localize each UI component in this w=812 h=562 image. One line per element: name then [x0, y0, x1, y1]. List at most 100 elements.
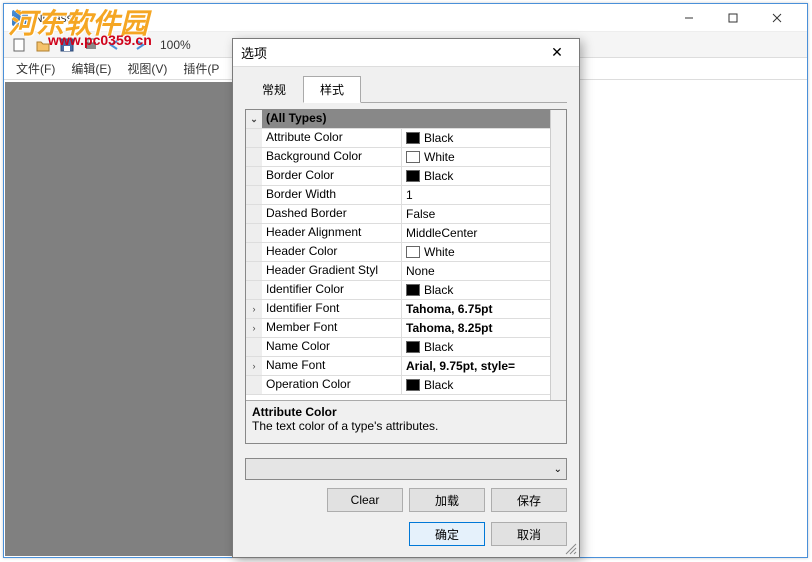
- zoom-level[interactable]: 100%: [160, 38, 191, 52]
- property-row[interactable]: Border Width1: [246, 186, 550, 205]
- property-value[interactable]: Black: [402, 338, 550, 356]
- property-value[interactable]: 1: [402, 186, 550, 204]
- app-titlebar[interactable]: NClass: [4, 4, 807, 32]
- property-value-text: Tahoma, 6.75pt: [406, 302, 492, 316]
- expand-gutter[interactable]: ›: [246, 357, 262, 375]
- expand-gutter[interactable]: [246, 243, 262, 261]
- property-value[interactable]: White: [402, 148, 550, 166]
- expand-gutter[interactable]: ›: [246, 300, 262, 318]
- property-value-text: Black: [424, 131, 453, 145]
- property-label: Operation Color: [262, 376, 402, 394]
- theme-dropdown[interactable]: ⌄: [245, 458, 567, 480]
- color-swatch-icon: [406, 284, 420, 296]
- load-button[interactable]: 加载: [409, 488, 485, 512]
- tab-style[interactable]: 样式: [303, 76, 361, 103]
- property-row[interactable]: ›Name FontArial, 9.75pt, style=: [246, 357, 550, 376]
- app-icon: [12, 10, 28, 26]
- property-grid: ⌄ (All Types) Attribute Color Black Backg…: [245, 109, 567, 444]
- app-title-wrap: NClass: [12, 10, 667, 26]
- property-row[interactable]: ›Identifier FontTahoma, 6.75pt: [246, 300, 550, 319]
- close-button[interactable]: [755, 4, 799, 32]
- window-controls: [667, 4, 799, 32]
- tool-undo-icon[interactable]: [104, 34, 126, 56]
- expand-gutter[interactable]: [246, 338, 262, 356]
- property-value[interactable]: Tahoma, 6.75pt: [402, 300, 550, 318]
- color-swatch-icon: [406, 132, 420, 144]
- cancel-button[interactable]: 取消: [491, 522, 567, 546]
- property-value[interactable]: Tahoma, 8.25pt: [402, 319, 550, 337]
- property-value[interactable]: None: [402, 262, 550, 280]
- minimize-button[interactable]: [667, 4, 711, 32]
- property-value[interactable]: White: [402, 243, 550, 261]
- expand-gutter[interactable]: [246, 148, 262, 166]
- description-title: Attribute Color: [252, 405, 560, 419]
- menu-view[interactable]: 视图(V): [119, 58, 175, 79]
- property-value[interactable]: Black: [402, 376, 550, 394]
- tool-save-icon[interactable]: [56, 34, 78, 56]
- menu-plugin[interactable]: 插件(P: [175, 58, 227, 79]
- description-pane: Attribute Color The text color of a type…: [246, 400, 566, 443]
- resize-grip-icon[interactable]: [563, 541, 577, 555]
- chevron-down-icon: ⌄: [554, 464, 562, 475]
- scrollbar[interactable]: [550, 110, 566, 400]
- property-value[interactable]: MiddleCenter: [402, 224, 550, 242]
- expand-gutter[interactable]: [246, 376, 262, 394]
- dialog-buttons: 确定 取消: [245, 522, 567, 546]
- property-row[interactable]: Attribute Color Black: [246, 129, 550, 148]
- property-row[interactable]: Operation Color Black: [246, 376, 550, 395]
- dialog-close-icon[interactable]: ✕: [543, 44, 571, 61]
- expand-gutter[interactable]: [246, 262, 262, 280]
- property-value-text: Black: [424, 378, 453, 392]
- property-value-text: False: [406, 207, 435, 221]
- color-swatch-icon: [406, 151, 420, 163]
- menu-edit[interactable]: 编辑(E): [63, 58, 119, 79]
- property-value[interactable]: Black: [402, 167, 550, 185]
- dialog-titlebar[interactable]: 选项 ✕: [233, 39, 579, 67]
- property-value[interactable]: Arial, 9.75pt, style=: [402, 357, 550, 375]
- property-group-header[interactable]: ⌄ (All Types): [246, 110, 550, 129]
- save-button[interactable]: 保存: [491, 488, 567, 512]
- side-panel: [576, 82, 806, 556]
- property-row[interactable]: Identifier ColorBlack: [246, 281, 550, 300]
- property-value-text: Black: [424, 169, 453, 183]
- group-label: (All Types): [262, 110, 550, 128]
- tool-redo-icon[interactable]: [128, 34, 150, 56]
- style-buttons: Clear 加载 保存: [245, 488, 567, 512]
- tool-print-icon[interactable]: [80, 34, 102, 56]
- clear-button[interactable]: Clear: [327, 488, 403, 512]
- property-value-text: MiddleCenter: [406, 226, 477, 240]
- property-label: Attribute Color: [262, 129, 402, 147]
- property-value[interactable]: False: [402, 205, 550, 223]
- property-value[interactable]: Black: [402, 129, 550, 147]
- color-swatch-icon: [406, 341, 420, 353]
- expand-gutter[interactable]: [246, 281, 262, 299]
- property-row[interactable]: Background ColorWhite: [246, 148, 550, 167]
- property-row[interactable]: Border ColorBlack: [246, 167, 550, 186]
- maximize-button[interactable]: [711, 4, 755, 32]
- property-label: Header Gradient Styl: [262, 262, 402, 280]
- app-title: NClass: [34, 11, 73, 25]
- expand-gutter[interactable]: [246, 129, 262, 147]
- ok-button[interactable]: 确定: [409, 522, 485, 546]
- tool-open-icon[interactable]: [32, 34, 54, 56]
- property-row[interactable]: ›Member FontTahoma, 8.25pt: [246, 319, 550, 338]
- tool-new-icon[interactable]: [8, 34, 30, 56]
- menu-file[interactable]: 文件(F): [8, 58, 63, 79]
- tab-general[interactable]: 常规: [245, 76, 303, 103]
- tab-strip: 常规 样式: [245, 75, 567, 103]
- expand-gutter[interactable]: [246, 224, 262, 242]
- expand-gutter[interactable]: [246, 167, 262, 185]
- property-row[interactable]: Dashed BorderFalse: [246, 205, 550, 224]
- expand-gutter[interactable]: [246, 205, 262, 223]
- color-swatch-icon: [406, 170, 420, 182]
- property-value[interactable]: Black: [402, 281, 550, 299]
- property-row[interactable]: Header Gradient StylNone: [246, 262, 550, 281]
- property-row[interactable]: Name ColorBlack: [246, 338, 550, 357]
- description-text: The text color of a type's attributes.: [252, 419, 560, 433]
- expand-gutter[interactable]: [246, 186, 262, 204]
- collapse-icon[interactable]: ⌄: [246, 110, 262, 128]
- expand-gutter[interactable]: ›: [246, 319, 262, 337]
- property-row[interactable]: Header AlignmentMiddleCenter: [246, 224, 550, 243]
- property-value-text: White: [424, 245, 455, 259]
- property-row[interactable]: Header ColorWhite: [246, 243, 550, 262]
